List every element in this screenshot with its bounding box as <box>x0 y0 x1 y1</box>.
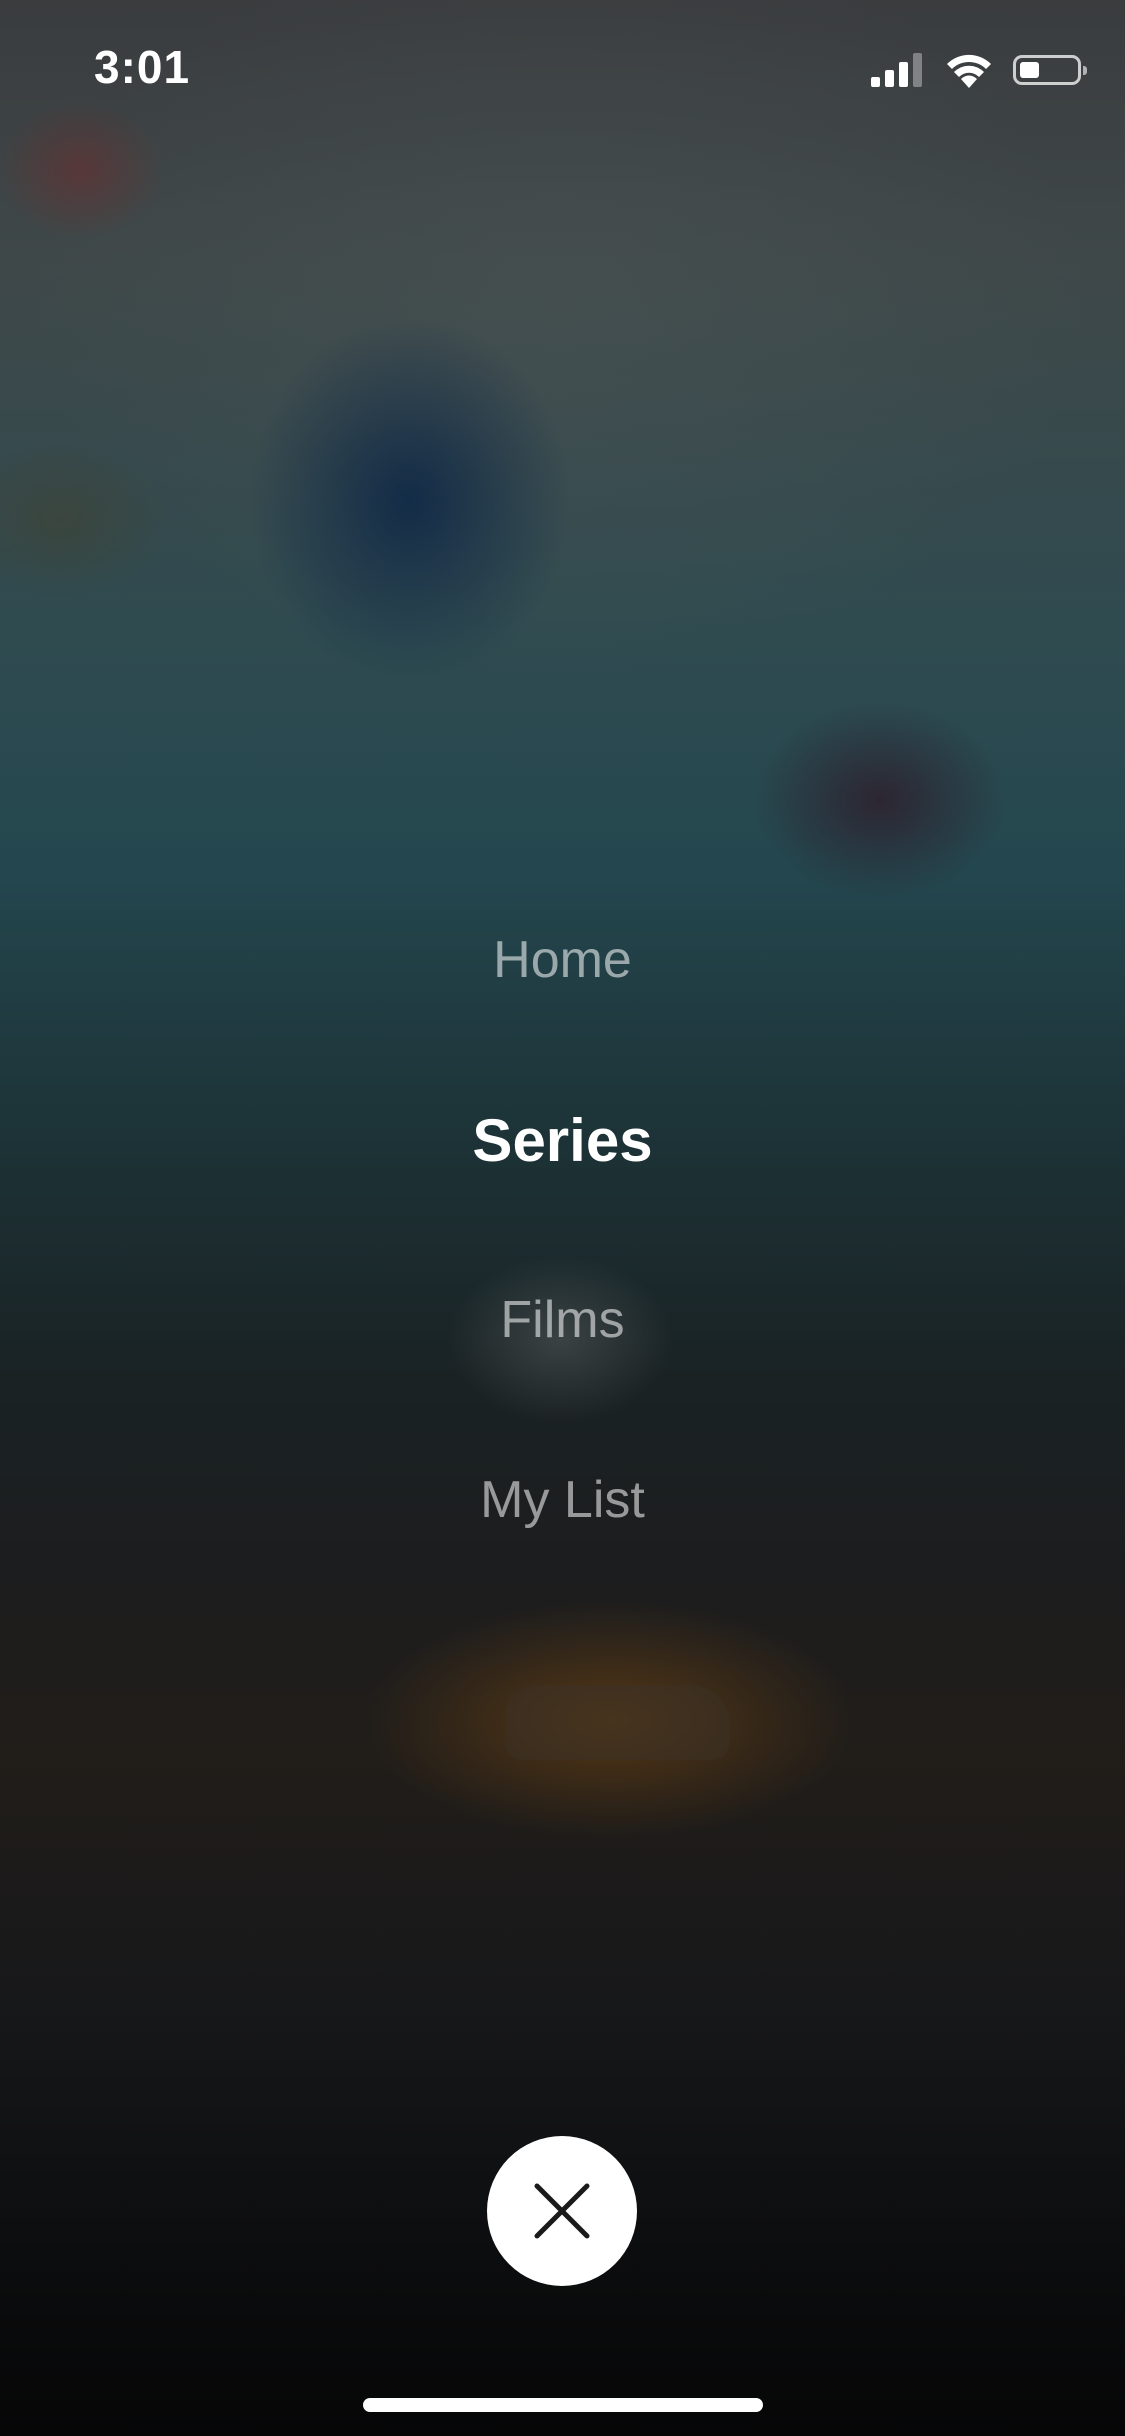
cellular-signal-icon <box>871 53 922 87</box>
home-indicator[interactable] <box>363 2398 763 2412</box>
menu-item-series[interactable]: Series <box>0 1080 1125 1200</box>
close-icon <box>534 2183 590 2239</box>
close-button[interactable] <box>487 2136 637 2286</box>
status-icons <box>871 52 1087 88</box>
battery-cap <box>1083 66 1087 75</box>
blurred-background <box>0 0 1125 2436</box>
status-bar: 3:01 <box>0 0 1125 140</box>
menu-item-films[interactable]: Films <box>0 1260 1125 1380</box>
battery-icon <box>1013 55 1087 85</box>
status-time: 3:01 <box>94 41 191 93</box>
wifi-icon <box>947 54 991 88</box>
menu-item-home[interactable]: Home <box>0 900 1125 1020</box>
battery-level <box>1020 62 1039 78</box>
menu-item-my-list[interactable]: My List <box>0 1440 1125 1560</box>
blurred-shape <box>505 1685 730 1760</box>
